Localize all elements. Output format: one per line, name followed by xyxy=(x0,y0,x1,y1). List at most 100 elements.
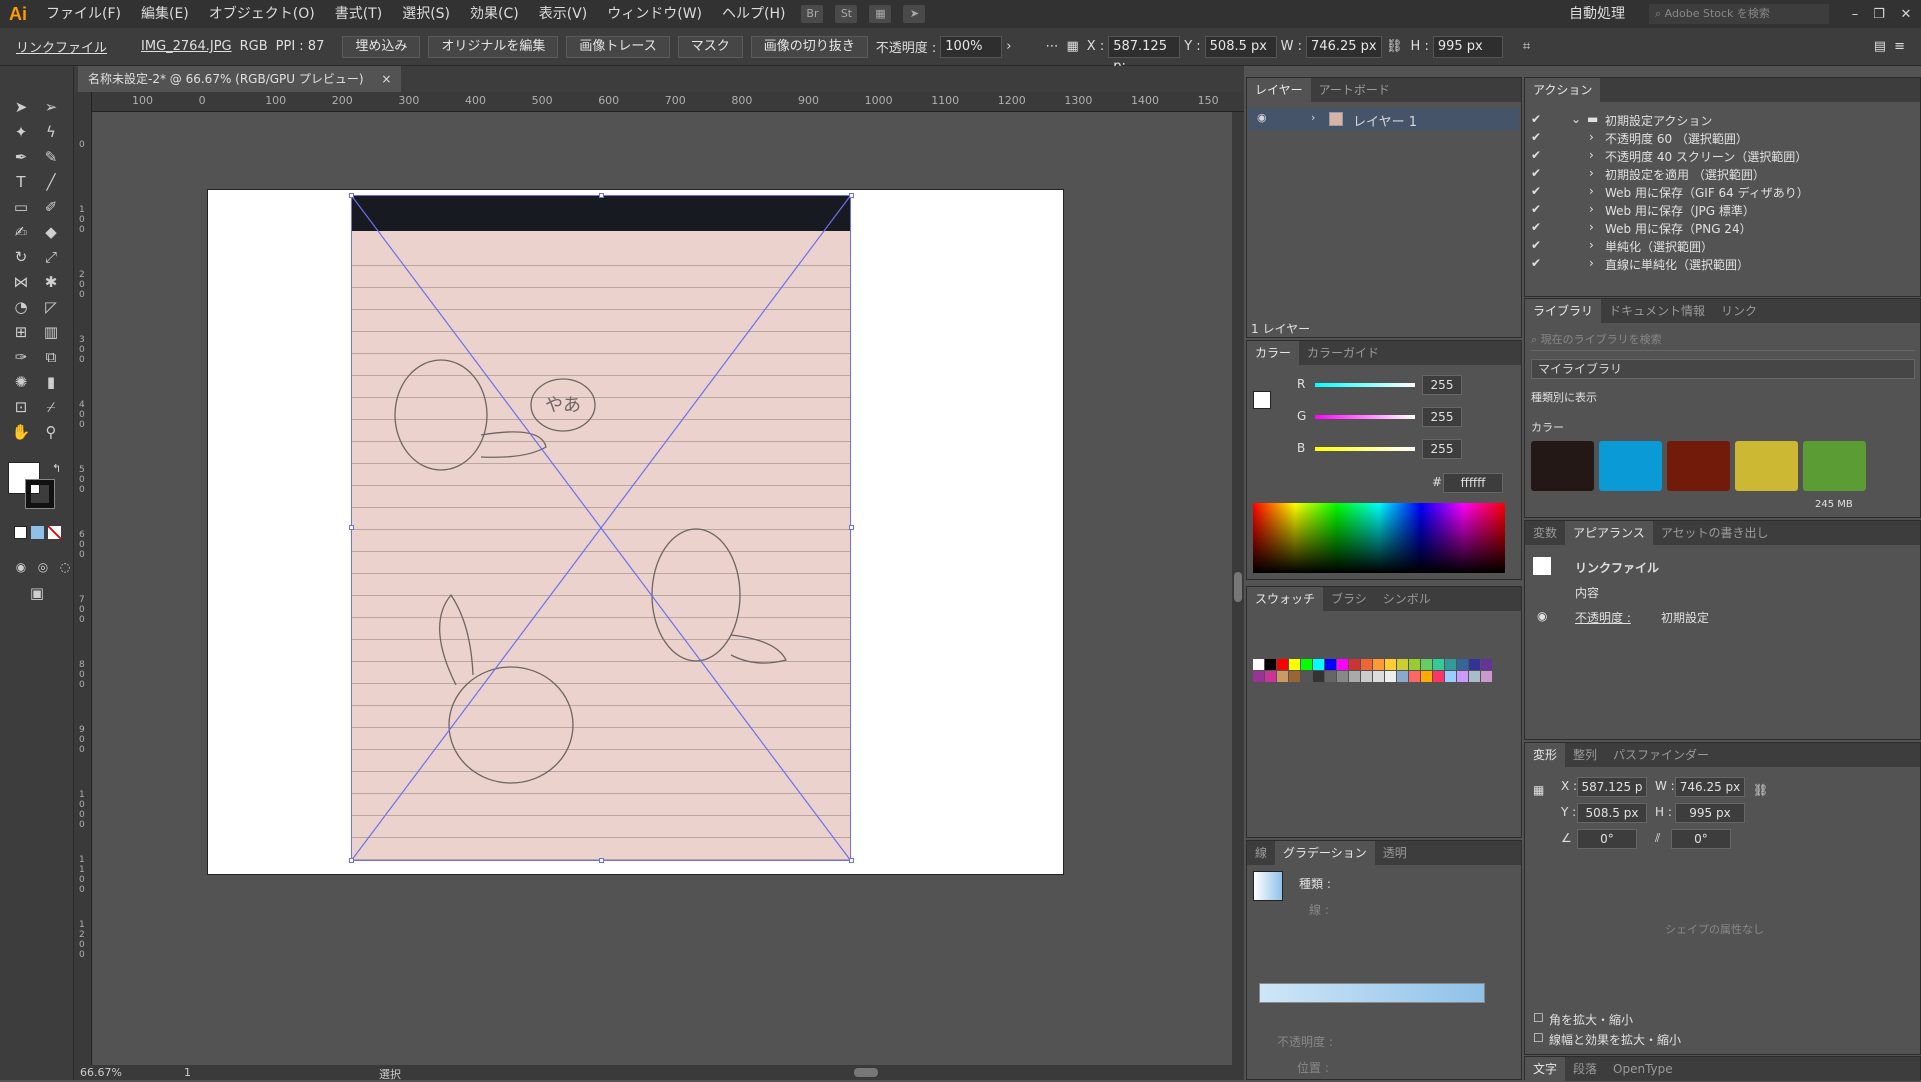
swatch-chip[interactable] xyxy=(1469,659,1480,670)
swatch-chip[interactable] xyxy=(1457,659,1468,670)
swatch-chip[interactable] xyxy=(1397,659,1408,670)
swatch-chip[interactable] xyxy=(1373,671,1384,682)
y-field[interactable]: 508.5 px xyxy=(1204,35,1277,58)
action-set-name[interactable]: 初期設定アクション xyxy=(1605,112,1712,129)
tab-variables[interactable]: 変数 xyxy=(1525,521,1565,545)
swatch-chip[interactable] xyxy=(1265,659,1276,670)
action-check-icon[interactable]: ✔ xyxy=(1531,112,1541,126)
swatch-chip[interactable] xyxy=(1469,671,1480,682)
hand-tool-icon[interactable]: ✋ xyxy=(8,421,34,443)
tab-artboards[interactable]: アートボード xyxy=(1311,78,1398,102)
arrange-documents-icon[interactable]: ▦ xyxy=(869,5,892,23)
action-item[interactable]: 不透明度 40 スクリーン（選択範囲） xyxy=(1605,148,1807,165)
layer-name[interactable]: レイヤー 1 xyxy=(1353,111,1417,130)
swatch-chip[interactable] xyxy=(1253,659,1264,670)
swatch-chip[interactable] xyxy=(1325,671,1336,682)
selection-tool-icon[interactable]: ➤ xyxy=(8,96,34,118)
action-item[interactable]: 単純化（選択範囲） xyxy=(1605,238,1713,255)
action-check-icon[interactable]: ✔ xyxy=(1531,184,1541,198)
menu-select[interactable]: 選択(S) xyxy=(392,0,460,28)
swatch-chip[interactable] xyxy=(1457,671,1468,682)
reference-point-icon[interactable]: ▦ xyxy=(1533,783,1544,797)
tab-appearance[interactable]: アピアランス xyxy=(1565,521,1653,545)
transform-w-field[interactable]: 746.25 px xyxy=(1675,777,1745,797)
handle-top[interactable] xyxy=(599,193,604,198)
library-color-swatch-4[interactable] xyxy=(1735,441,1798,491)
tab-align[interactable]: 整列 xyxy=(1565,743,1605,767)
h-field[interactable]: 995 px xyxy=(1432,35,1503,58)
constrain-proportions-icon[interactable]: ⛓ xyxy=(1753,783,1768,797)
menu-type[interactable]: 書式(T) xyxy=(325,0,392,28)
action-item[interactable]: 不透明度 60 （選択範囲） xyxy=(1605,130,1748,147)
filename-link[interactable]: IMG_2764.JPG xyxy=(141,39,232,54)
swatch-chip[interactable] xyxy=(1301,659,1312,670)
tab-transform[interactable]: 変形 xyxy=(1525,743,1566,767)
slice-tool-icon[interactable]: ⌿ xyxy=(38,396,64,418)
gpu-performance-icon[interactable]: ➤ xyxy=(903,5,926,23)
expand-action-icon[interactable]: › xyxy=(1589,220,1594,234)
opacity-field[interactable]: 100% xyxy=(940,35,1003,58)
swatch-chip[interactable] xyxy=(1385,671,1396,682)
tab-color-guide[interactable]: カラーガイド xyxy=(1299,341,1387,365)
align-options-icon[interactable]: ⋯ xyxy=(1045,39,1058,54)
action-check-icon[interactable]: ✔ xyxy=(1531,166,1541,180)
panel-layout-icon[interactable]: ▤ xyxy=(1874,39,1886,54)
expand-action-icon[interactable]: › xyxy=(1589,202,1594,216)
angle-field[interactable]: 0° xyxy=(1577,829,1637,849)
swatch-chip[interactable] xyxy=(1397,671,1408,682)
library-color-swatch-5[interactable] xyxy=(1803,441,1866,491)
swatch-chip[interactable] xyxy=(1277,659,1288,670)
swatch-chip[interactable] xyxy=(1325,659,1336,670)
library-dropdown[interactable]: マイライブラリ xyxy=(1531,359,1915,379)
document-tab[interactable]: 名称未設定-2* @ 66.67% (RGB/GPU プレビュー) × xyxy=(78,66,402,92)
swatch-chip[interactable] xyxy=(1361,659,1372,670)
swatch-chip[interactable] xyxy=(1277,671,1288,682)
type-tool-icon[interactable]: T xyxy=(8,171,34,193)
swatch-chip[interactable] xyxy=(1349,659,1360,670)
bridge-icon[interactable]: Br xyxy=(801,5,824,23)
embed-button[interactable]: 埋め込み xyxy=(342,35,421,58)
swatch-chip[interactable] xyxy=(1385,659,1396,670)
library-search-input[interactable]: ⌕ 現在のライブラリを検索 xyxy=(1531,331,1915,351)
swatch-chip[interactable] xyxy=(1301,671,1312,682)
g-slider[interactable] xyxy=(1315,415,1415,419)
swatch-chip[interactable] xyxy=(1313,659,1324,670)
tab-opentype[interactable]: OpenType xyxy=(1605,1057,1681,1081)
color-fill-swatch[interactable] xyxy=(1253,391,1271,409)
workspace-switcher[interactable]: 自動処理 xyxy=(1559,0,1635,28)
handle-bottom-left[interactable] xyxy=(349,858,354,863)
zoom-level[interactable]: 66.67% xyxy=(80,1066,122,1079)
canvas[interactable]: やあ xyxy=(92,112,1232,1065)
menu-view[interactable]: 表示(V) xyxy=(529,0,598,28)
scale-corners-checkbox[interactable]: ☐ xyxy=(1533,1011,1544,1025)
handle-right[interactable] xyxy=(849,525,854,530)
shaper-tool-icon[interactable]: ✍ xyxy=(8,221,34,243)
paintbrush-tool-icon[interactable]: ✐ xyxy=(38,196,64,218)
swatch-grid[interactable] xyxy=(1253,659,1513,739)
chevron-right-icon[interactable]: › xyxy=(1006,39,1011,54)
transform-x-field[interactable]: 587.125 p xyxy=(1577,777,1647,797)
expand-layer-icon[interactable]: › xyxy=(1311,111,1315,124)
menu-help[interactable]: ヘルプ(H) xyxy=(712,0,795,28)
transform-h-field[interactable]: 995 px xyxy=(1675,803,1745,823)
curvature-tool-icon[interactable]: ✎ xyxy=(38,146,64,168)
tab-symbols[interactable]: シンボル xyxy=(1375,587,1439,611)
swatch-chip[interactable] xyxy=(1421,671,1432,682)
crop-image-button[interactable]: 画像の切り抜き xyxy=(750,35,868,58)
perspective-grid-tool-icon[interactable]: ◸ xyxy=(38,296,64,318)
artboard-tool-icon[interactable]: ⊡ xyxy=(8,396,34,418)
swatch-chip[interactable] xyxy=(1313,671,1324,682)
action-item[interactable]: Web 用に保存（GIF 64 ディザあり） xyxy=(1605,184,1809,201)
swatch-chip[interactable] xyxy=(1265,671,1276,682)
color-spectrum[interactable] xyxy=(1253,503,1505,573)
minimize-icon[interactable]: – xyxy=(1843,7,1867,22)
menu-window[interactable]: ウィンドウ(W) xyxy=(597,0,712,28)
expand-action-icon[interactable]: › xyxy=(1589,130,1594,144)
stock-search-input[interactable]: ⌕ Adobe Stock を検索 xyxy=(1649,4,1829,24)
x-field[interactable]: 587.125 p: xyxy=(1108,35,1181,74)
hex-value[interactable]: ffffff xyxy=(1443,473,1503,493)
swatch-chip[interactable] xyxy=(1481,659,1492,670)
tab-libraries[interactable]: ライブラリ xyxy=(1525,299,1602,323)
shape-builder-tool-icon[interactable]: ◔ xyxy=(8,296,34,318)
layer-row[interactable]: ◉ › レイヤー 1 xyxy=(1249,108,1519,130)
